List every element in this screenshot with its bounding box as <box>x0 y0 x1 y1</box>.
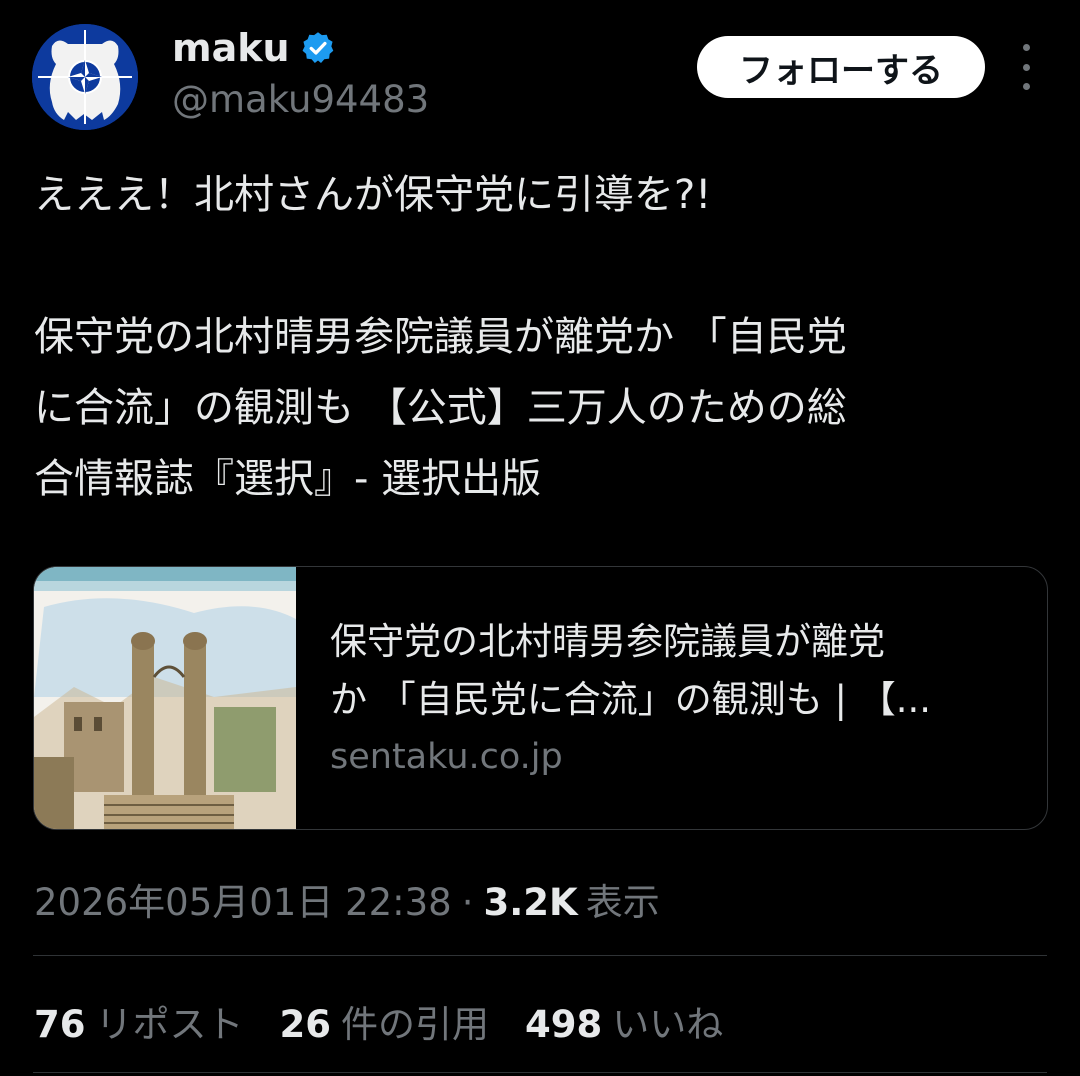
tweet-text: えええ！北村さんが保守党に引導を?! 保守党の北村晴男参院議員が離党か 「自民党… <box>34 160 1054 515</box>
meta-separator: · <box>461 881 474 924</box>
author-display-name[interactable]: maku <box>172 26 290 70</box>
link-preview-title-line: 保守党の北村晴男参院議員が離党 <box>330 620 885 663</box>
tweet-text-line: 保守党の北村晴男参院議員が離党か 「自民党 <box>34 314 847 360</box>
link-preview-domain: sentaku.co.jp <box>330 737 563 777</box>
link-preview-title-line: か 「自民党に合流」の観測も | 【... <box>330 678 932 721</box>
link-preview-body: 保守党の北村晴男参院議員が離党 か 「自民党に合流」の観測も | 【... se… <box>296 567 990 829</box>
views-label: 表示 <box>585 881 660 924</box>
more-vertical-icon-dot <box>1022 83 1030 90</box>
follow-button[interactable]: フォローする <box>697 36 985 98</box>
divider <box>33 955 1047 956</box>
likes-stat[interactable]: 498 いいね <box>525 994 723 1048</box>
likes-label: いいね <box>612 1003 724 1046</box>
castle-gate-illustration <box>34 567 296 829</box>
verified-badge-icon <box>302 32 333 63</box>
link-preview-card[interactable]: 保守党の北村晴男参院議員が離党 か 「自民党に合流」の観測も | 【... se… <box>33 566 1048 830</box>
more-vertical-icon-dot <box>1022 44 1030 51</box>
reposts-count: 76 <box>34 1003 86 1046</box>
tweet-timestamp[interactable]: 2026年05月01日 22:38 <box>34 872 452 926</box>
bear-nato-star-avatar-icon <box>32 24 138 130</box>
author-name-row: maku <box>172 26 336 70</box>
tweet-text-line: 合情報誌『選択』- 選択出版 <box>34 456 542 502</box>
quotes-stat[interactable]: 26 件の引用 <box>280 994 490 1048</box>
divider <box>33 1072 1047 1073</box>
more-options-button[interactable] <box>1010 44 1042 90</box>
tweet-text-line: えええ！北村さんが保守党に引導を?! <box>34 172 712 218</box>
likes-count: 498 <box>525 1003 603 1046</box>
link-preview-image <box>34 567 296 829</box>
avatar[interactable] <box>32 24 138 130</box>
engagement-stats: 76 リポスト 26 件の引用 498 いいね <box>34 994 759 1048</box>
link-preview-title: 保守党の北村晴男参院議員が離党 か 「自民党に合流」の観測も | 【... <box>330 613 990 729</box>
views-count: 3.2K <box>483 881 578 924</box>
reposts-stat[interactable]: 76 リポスト <box>34 994 244 1048</box>
quotes-count: 26 <box>279 1003 332 1046</box>
tweet-meta: 2026年05月01日 22:38 · 3.2K 表示 <box>34 872 660 926</box>
more-vertical-icon-dot <box>1022 63 1030 71</box>
reposts-label: リポスト <box>95 1003 244 1046</box>
quotes-label: 件の引用 <box>341 1003 489 1046</box>
author-handle[interactable]: @maku94483 <box>172 78 429 121</box>
tweet-text-line: に合流」の観測も 【公式】三万人のための総 <box>34 385 847 431</box>
